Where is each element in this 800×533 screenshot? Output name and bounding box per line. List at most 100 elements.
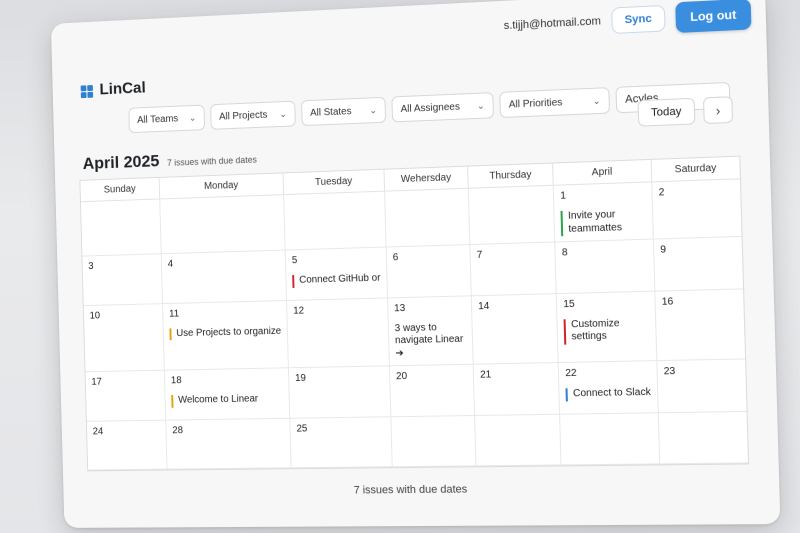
priorities-filter-label: All Priorities bbox=[508, 96, 563, 111]
day-cell[interactable]: 7 bbox=[470, 242, 557, 296]
day-number: 19 bbox=[294, 372, 307, 384]
day-number: 25 bbox=[296, 422, 308, 435]
chevron-down-icon: ⌄ bbox=[188, 112, 197, 123]
day-number: 16 bbox=[661, 295, 674, 308]
assignees-filter[interactable]: All Assignees ⌄ bbox=[391, 92, 494, 123]
day-number bbox=[391, 194, 462, 196]
day-number: 22 bbox=[565, 367, 577, 380]
calendar-nav: Today › bbox=[637, 96, 734, 127]
day-number: 9 bbox=[660, 244, 667, 256]
teams-filter[interactable]: All Teams ⌄ bbox=[128, 104, 206, 134]
issue-chip[interactable]: Use Projects to organize bbox=[169, 325, 282, 341]
day-cell[interactable] bbox=[385, 188, 471, 248]
day-number: 13 bbox=[394, 302, 406, 314]
day-number: 1 bbox=[560, 190, 567, 202]
day-cell[interactable] bbox=[284, 191, 387, 251]
day-cell[interactable]: 6 bbox=[386, 245, 472, 298]
day-cell[interactable]: 22 Connect to Slack bbox=[558, 361, 659, 415]
day-cell[interactable] bbox=[80, 199, 162, 257]
chevron-right-icon: › bbox=[715, 102, 721, 118]
month-title: April 2025 bbox=[82, 151, 160, 173]
day-cell[interactable]: 23 bbox=[657, 359, 747, 413]
issue-chip[interactable]: 3 ways to navigate Linear ➔ bbox=[395, 321, 467, 360]
day-cell[interactable]: 18 Welcome to Linear bbox=[164, 368, 291, 421]
app-window: s.tijjh@hotmail.com Sync Log out LinCal … bbox=[50, 0, 781, 528]
day-cell[interactable]: 14 bbox=[471, 293, 559, 365]
issue-chip[interactable]: Welcome to Linear bbox=[171, 393, 284, 408]
assignees-filter-label: All Assignees bbox=[400, 101, 461, 115]
day-cell[interactable]: 20 bbox=[389, 364, 476, 417]
day-number: 18 bbox=[170, 375, 182, 387]
calendar-title-row: April 2025 7 issues with due dates bbox=[82, 148, 257, 174]
day-cell[interactable]: 17 bbox=[85, 370, 167, 422]
top-bar: s.tijjh@hotmail.com Sync Log out bbox=[503, 0, 752, 41]
calendar-grid: Sunday Monday Tuesday Wehersday Thursday Apri… bbox=[79, 155, 750, 472]
sync-button[interactable]: Sync bbox=[610, 4, 666, 35]
day-number: 23 bbox=[663, 365, 676, 378]
day-cell[interactable] bbox=[475, 414, 562, 467]
day-cell[interactable]: 12 bbox=[287, 297, 390, 369]
day-cell[interactable]: 19 bbox=[288, 366, 392, 419]
day-number bbox=[397, 421, 468, 422]
day-cell[interactable] bbox=[560, 412, 661, 466]
day-number: 17 bbox=[91, 376, 103, 388]
day-cell[interactable] bbox=[391, 415, 477, 468]
day-cell[interactable]: 11 Use Projects to organize bbox=[163, 300, 289, 371]
issue-chip[interactable]: Connect to Slack bbox=[565, 386, 652, 401]
weekday-header: Wehersday bbox=[384, 166, 469, 192]
day-cell[interactable]: 25 bbox=[290, 416, 393, 469]
day-number: 28 bbox=[172, 424, 184, 436]
footer-summary: 7 issues with due dates bbox=[353, 483, 468, 497]
day-number bbox=[166, 200, 277, 204]
day-number: 21 bbox=[479, 369, 492, 381]
day-number: 12 bbox=[293, 305, 305, 317]
day-number bbox=[87, 205, 154, 207]
day-cell[interactable]: 15 Customize settings bbox=[556, 291, 658, 364]
day-cell[interactable]: 8 bbox=[555, 239, 656, 294]
day-cell[interactable]: 5 Connect GitHub or bbox=[285, 247, 388, 301]
issue-chip[interactable]: Invite your teammattes bbox=[560, 208, 647, 237]
states-filter[interactable]: All States ⌄ bbox=[301, 96, 387, 127]
weekday-header: Sunday bbox=[80, 177, 161, 203]
day-cell[interactable]: 2 bbox=[652, 179, 742, 240]
day-cell[interactable] bbox=[160, 195, 286, 255]
day-cell[interactable]: 21 bbox=[473, 363, 561, 416]
next-month-button[interactable]: › bbox=[702, 96, 734, 125]
grid-logo-icon bbox=[80, 84, 94, 98]
weekday-header: Thursday bbox=[468, 163, 554, 189]
chevron-down-icon: ⌄ bbox=[592, 95, 601, 106]
day-cell[interactable]: 16 bbox=[655, 288, 746, 362]
logout-button[interactable]: Log out bbox=[675, 0, 752, 34]
chevron-down-icon: ⌄ bbox=[279, 108, 287, 119]
day-number: 15 bbox=[563, 298, 575, 310]
day-number bbox=[475, 191, 547, 193]
day-cell[interactable]: 3 bbox=[82, 254, 164, 306]
day-number: 5 bbox=[291, 255, 298, 267]
day-cell[interactable]: 28 bbox=[166, 418, 292, 470]
projects-filter[interactable]: All Projects ⌄ bbox=[210, 100, 296, 130]
day-number: 20 bbox=[395, 370, 408, 383]
states-filter-label: All States bbox=[309, 105, 352, 119]
day-cell[interactable]: 10 bbox=[83, 303, 165, 373]
issue-count-subtitle: 7 issues with due dates bbox=[166, 154, 257, 168]
day-number: 4 bbox=[167, 258, 174, 270]
day-cell[interactable]: 24 bbox=[86, 420, 168, 471]
day-cell[interactable]: 4 bbox=[161, 250, 288, 304]
day-number bbox=[567, 418, 652, 419]
day-number: 3 bbox=[88, 261, 94, 272]
day-number: 11 bbox=[169, 308, 180, 320]
day-cell[interactable]: 9 bbox=[653, 236, 744, 292]
day-cell[interactable]: 13 3 ways to navigate Linear ➔ bbox=[387, 295, 474, 367]
chevron-down-icon: ⌄ bbox=[369, 104, 378, 115]
day-number: 24 bbox=[92, 425, 104, 437]
issue-chip[interactable]: Customize settings bbox=[563, 316, 650, 345]
day-cell[interactable] bbox=[658, 411, 749, 465]
priorities-filter[interactable]: All Priorities ⌄ bbox=[499, 87, 611, 119]
weekday-header: Saturday bbox=[651, 156, 740, 183]
day-cell[interactable]: 1 Invite your teammattes bbox=[553, 182, 654, 243]
issue-chip[interactable]: Connect GitHub or bbox=[292, 272, 381, 288]
teams-filter-label: All Teams bbox=[137, 113, 179, 126]
projects-filter-label: All Projects bbox=[218, 109, 268, 123]
today-button[interactable]: Today bbox=[637, 97, 696, 127]
day-cell[interactable] bbox=[468, 185, 556, 246]
